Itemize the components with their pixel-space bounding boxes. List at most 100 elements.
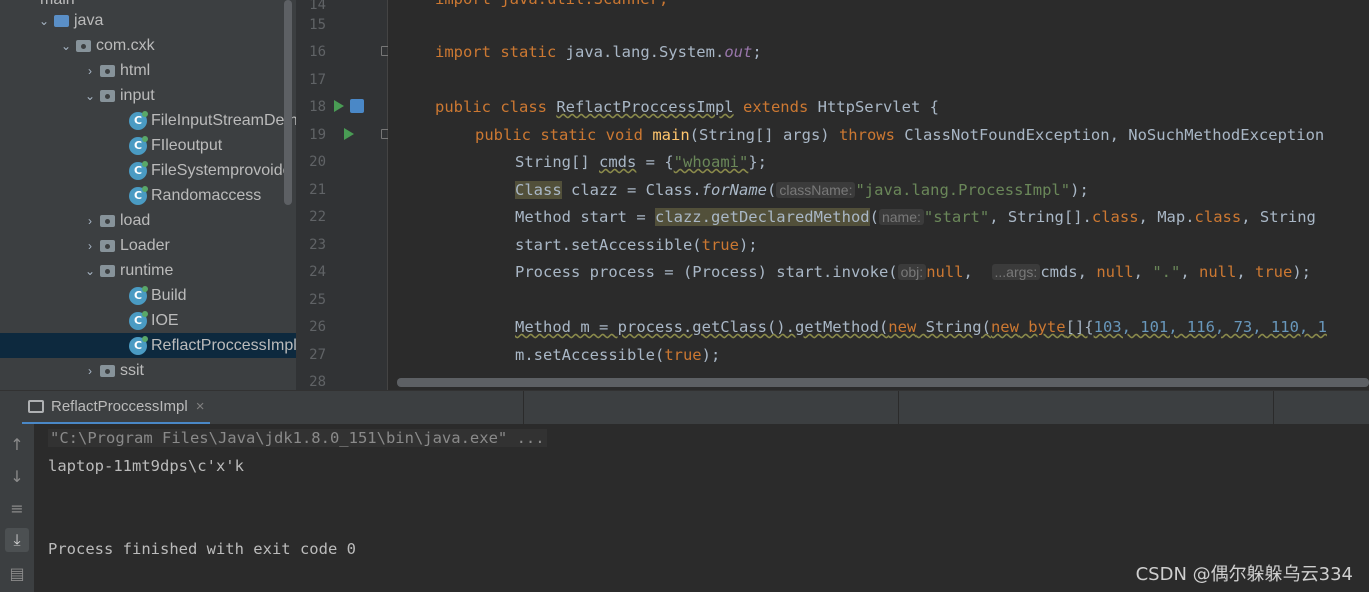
code-text: String( bbox=[916, 318, 991, 336]
tree-item-fileoutput[interactable]: C FIleoutput bbox=[0, 133, 296, 158]
servlet-gutter-icon[interactable] bbox=[350, 99, 364, 113]
java-class-icon: C bbox=[129, 310, 148, 330]
code-text: String[] bbox=[515, 153, 599, 171]
tree-item-input[interactable]: ⌄ input bbox=[0, 83, 296, 108]
tree-item-ssit[interactable]: › ssit bbox=[0, 358, 296, 383]
line-number: 27 bbox=[309, 347, 326, 363]
tree-item-runtime[interactable]: ⌄ runtime bbox=[0, 258, 296, 283]
soft-wrap-icon[interactable]: ≡ bbox=[5, 496, 29, 520]
code-text: m.setAccessible( bbox=[515, 346, 665, 364]
tree-item-java[interactable]: ⌄ java bbox=[0, 8, 296, 33]
keyword: true bbox=[664, 346, 702, 364]
chevron-right-icon[interactable]: › bbox=[84, 214, 96, 228]
print-icon[interactable]: ▤ bbox=[5, 561, 29, 585]
tree-item-reflactproccessimpl[interactable]: C ReflactProccessImpl bbox=[0, 333, 296, 358]
tree-item-randomaccess[interactable]: C Randomaccess bbox=[0, 183, 296, 208]
code-text: ); bbox=[1292, 263, 1311, 281]
code-line-21: Class clazz = Class.forName(className: "j… bbox=[515, 177, 1369, 204]
code-text: Method m = process.getClass().getMethod( bbox=[515, 318, 889, 336]
keyword: new bbox=[990, 318, 1019, 336]
tree-item-filesystemprovoide[interactable]: C FileSystemprovoide bbox=[0, 158, 296, 183]
code-text: Method start = bbox=[515, 208, 655, 226]
line-number: 16 bbox=[309, 44, 326, 60]
string-literal: "." bbox=[1152, 263, 1181, 281]
chevron-right-icon[interactable]: › bbox=[84, 239, 96, 253]
chevron-down-icon[interactable]: ⌄ bbox=[84, 264, 96, 278]
line-number: 21 bbox=[309, 182, 326, 198]
close-icon[interactable]: × bbox=[196, 398, 205, 415]
tree-item-build[interactable]: C Build bbox=[0, 283, 296, 308]
arrow-up-icon[interactable]: ↑ bbox=[5, 432, 29, 456]
run-main-icon[interactable] bbox=[344, 128, 354, 140]
keyword: byte bbox=[1018, 318, 1066, 336]
code-text: HttpServlet { bbox=[808, 98, 939, 116]
tree-item-fileinputstreamdem[interactable]: C FileInputStreamDem bbox=[0, 108, 296, 133]
tree-item-loader[interactable]: › Loader bbox=[0, 233, 296, 258]
code-text: (String[] args) bbox=[689, 126, 839, 144]
chevron-down-icon[interactable]: ⌄ bbox=[38, 14, 50, 28]
tree-item-label: html bbox=[120, 61, 151, 79]
code-editor[interactable]: import java.util.Scanner; import static … bbox=[388, 0, 1369, 390]
class-name: ReflactProccessImpl bbox=[556, 98, 734, 116]
code-text: = { bbox=[636, 153, 674, 171]
keyword: class bbox=[1091, 208, 1139, 226]
code-line-22: Method start = clazz.getDeclaredMethod(n… bbox=[515, 204, 1369, 231]
code-line-18: public class ReflactProccessImpl extends… bbox=[435, 94, 1369, 121]
arrow-down-icon[interactable]: ↓ bbox=[5, 464, 29, 488]
package-icon bbox=[100, 264, 115, 277]
code-text: , bbox=[1133, 263, 1153, 281]
keyword: extends bbox=[742, 98, 809, 116]
tree-scrollbar[interactable] bbox=[284, 0, 292, 205]
code-text: , String[]. bbox=[989, 208, 1092, 226]
tab-divider bbox=[523, 391, 524, 425]
code-line-19: public static void main(String[] args) t… bbox=[475, 122, 1369, 149]
tree-item-ioe[interactable]: C IOE bbox=[0, 308, 296, 333]
run-tab[interactable]: ReflactProccessImpl × bbox=[22, 391, 211, 425]
java-class-icon: C bbox=[129, 135, 148, 155]
keyword: true bbox=[701, 236, 739, 254]
scroll-to-end-icon[interactable]: ⤓ bbox=[5, 528, 29, 552]
package-icon bbox=[76, 39, 91, 52]
keyword: null bbox=[1198, 263, 1237, 281]
code-line-23: start.setAccessible(true); bbox=[515, 232, 1369, 259]
package-icon bbox=[100, 89, 115, 102]
line-number: 18 bbox=[309, 99, 326, 115]
line-number: 23 bbox=[309, 237, 326, 253]
line-number: 15 bbox=[309, 17, 326, 33]
tree-item-load[interactable]: › load bbox=[0, 208, 296, 233]
code-text: cmds, bbox=[1040, 263, 1097, 281]
chevron-down-icon[interactable]: ⌄ bbox=[60, 39, 72, 53]
editor-gutter[interactable]: 14 15 16 17 18 19 20 21 22 23 24 25 26 2… bbox=[296, 0, 391, 390]
highlighted-type: Class bbox=[515, 181, 562, 199]
keyword: public class bbox=[435, 98, 547, 116]
run-class-icon[interactable] bbox=[334, 100, 344, 112]
code-text: , bbox=[963, 263, 992, 281]
chevron-right-icon[interactable]: › bbox=[84, 64, 96, 78]
tab-divider bbox=[898, 391, 899, 425]
java-class-icon: C bbox=[129, 160, 148, 180]
code-line-14: import java.util.Scanner; bbox=[435, 0, 1369, 13]
tree-item-html[interactable]: › html bbox=[0, 58, 296, 83]
tree-item-label: com.cxk bbox=[96, 36, 155, 54]
code-text: ); bbox=[1070, 181, 1089, 199]
string-literal: "whoami" bbox=[673, 153, 749, 171]
java-class-icon: C bbox=[129, 185, 148, 205]
code-text: Process process = (Process) start.invoke… bbox=[515, 263, 898, 281]
method-name: main bbox=[652, 126, 690, 144]
code-text: }; bbox=[748, 153, 767, 171]
run-tab-bar: ReflactProccessImpl × bbox=[0, 390, 1369, 425]
chevron-down-icon[interactable]: ⌄ bbox=[84, 89, 96, 103]
tree-item-com-cxk[interactable]: ⌄ com.cxk bbox=[0, 33, 296, 58]
import-statement: import java.util.Scanner; bbox=[435, 0, 668, 8]
editor-horizontal-scrollbar[interactable] bbox=[397, 378, 1369, 387]
project-tree[interactable]: main ⌄ java ⌄ com.cxk › html ⌄ input C F… bbox=[0, 0, 296, 390]
highlighted-call: clazz.getDeclaredMethod bbox=[654, 208, 870, 226]
code-text: []{ bbox=[1065, 318, 1094, 336]
number-literals: 103, 101, 116, 73, 110, 1 bbox=[1093, 318, 1327, 336]
line-number: 28 bbox=[309, 374, 326, 390]
code-line-26: Method m = process.getClass().getMethod(… bbox=[515, 314, 1369, 341]
package-icon bbox=[100, 64, 115, 77]
keyword: import static bbox=[435, 43, 557, 61]
code-line-24: Process process = (Process) start.invoke… bbox=[515, 259, 1369, 286]
chevron-right-icon[interactable]: › bbox=[84, 364, 96, 378]
